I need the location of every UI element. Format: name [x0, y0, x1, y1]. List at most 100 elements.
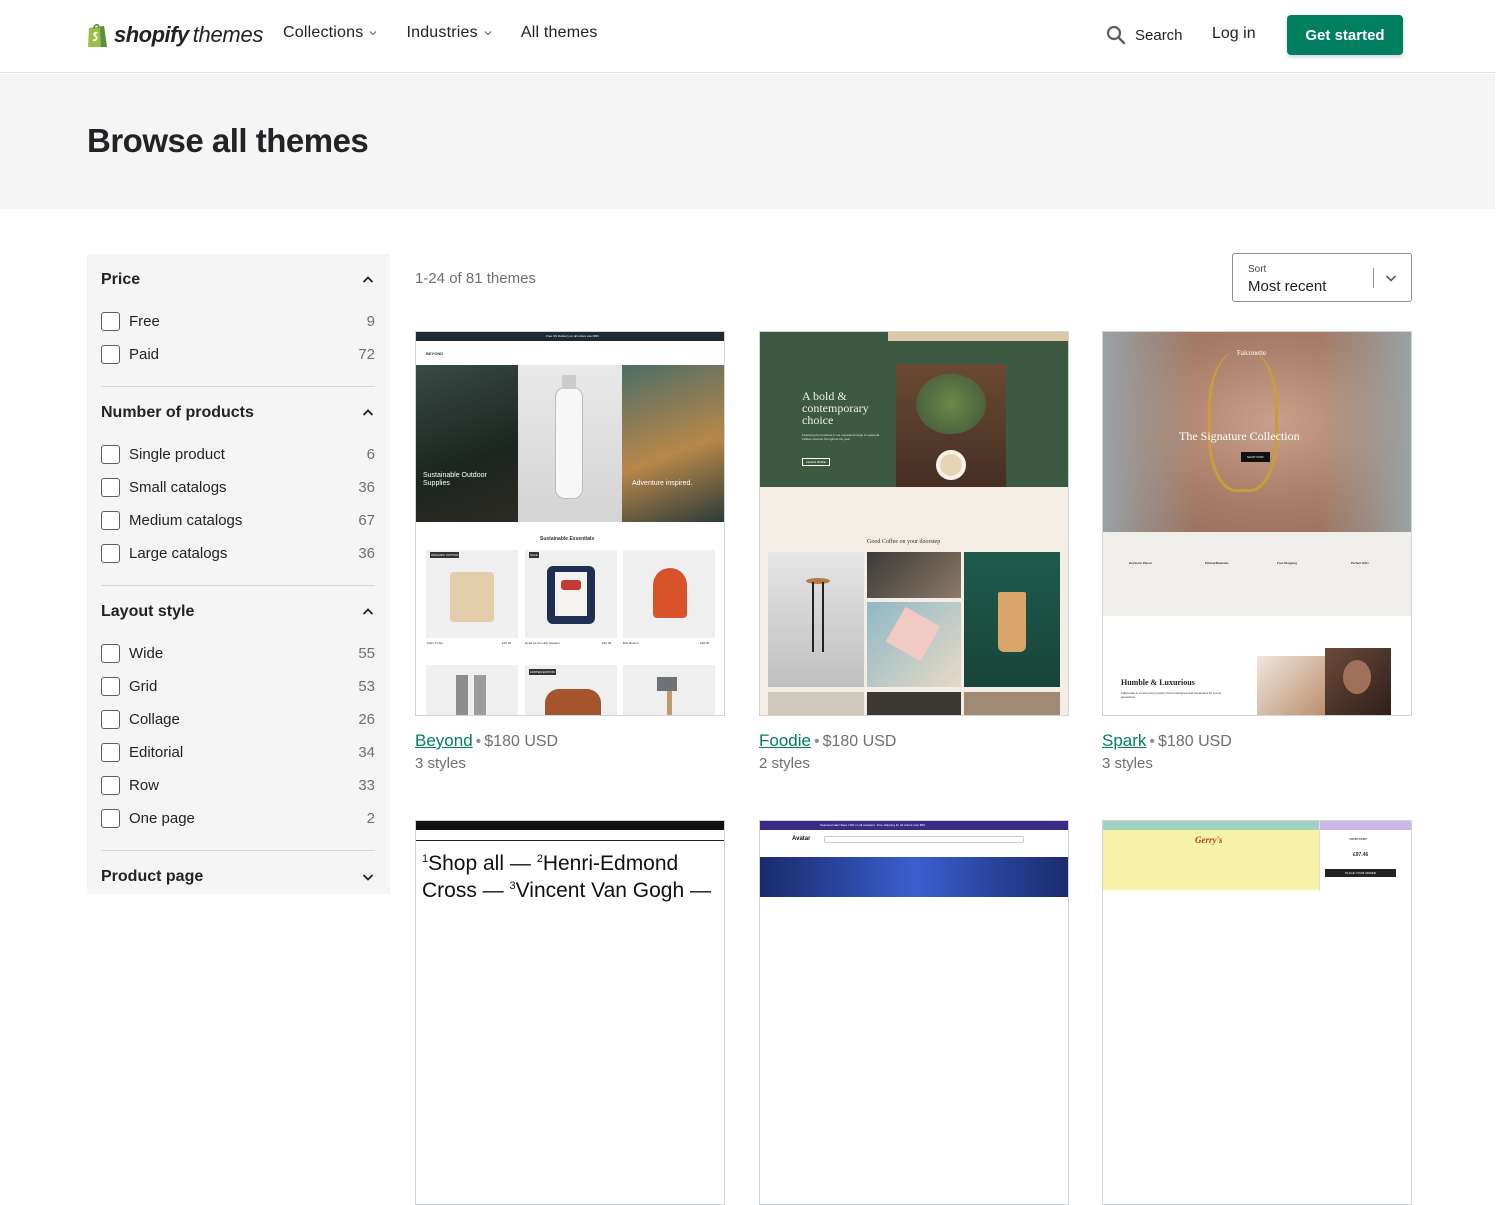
nav-collections-label: Collections [283, 24, 364, 41]
preview-brand: Gerry's [1195, 835, 1223, 845]
search-button[interactable]: Search [1106, 25, 1183, 45]
option-count: 67 [358, 511, 375, 529]
option-label: Row [129, 776, 160, 794]
filter-option-wide[interactable]: Wide 55 [101, 642, 375, 664]
option-count: 9 [366, 312, 375, 330]
search-label: Search [1135, 26, 1183, 44]
filter-price-header[interactable]: Price [101, 269, 375, 291]
theme-name-link[interactable]: Foodie [759, 731, 811, 750]
option-label: Single product [129, 445, 225, 463]
filter-number-of-products: Number of products Single product 6 Smal… [101, 402, 375, 563]
checkbox[interactable] [101, 643, 120, 663]
theme-meta: Spark • $180 USD [1102, 731, 1232, 750]
theme-preview-row2-3[interactable]: Gerry's YOUR CART £97.46 PLACE YOUR ORDE… [1102, 820, 1412, 1205]
option-count: 34 [358, 743, 375, 761]
preview-promo-bar: Free US Delivery on all orders over $50 [416, 332, 724, 341]
preview-tag-limited: LIMITED EDITION [529, 669, 556, 675]
theme-price: $180 USD [484, 733, 559, 750]
theme-preview-beyond[interactable]: Free US Delivery on all orders over $50 … [415, 331, 725, 716]
logo-wordmark: shopify [114, 22, 189, 47]
checkbox[interactable] [101, 311, 120, 331]
filter-option-free[interactable]: Free 9 [101, 310, 375, 332]
checkbox[interactable] [101, 510, 120, 530]
filter-option-row[interactable]: Row 33 [101, 774, 375, 796]
preview-hero [760, 857, 1068, 897]
preview-feature-4: Perfect Gifts [1351, 561, 1369, 565]
preview-brand: Avatar [792, 836, 811, 842]
site-header: shopify themes Collections Industries Al… [0, 0, 1495, 73]
filter-option-one-page[interactable]: One page 2 [101, 807, 375, 829]
checkbox[interactable] [101, 444, 120, 464]
checkbox[interactable] [101, 543, 120, 563]
theme-preview-spark[interactable]: Falconette The Signature Collection SHOP… [1102, 331, 1412, 716]
divider [101, 850, 375, 851]
filter-layout-header[interactable]: Layout style [101, 601, 375, 623]
preview-product-2-price: £32.00 [602, 641, 612, 645]
preview-sub-text: Falconette is a new luxury jewelry brand… [1121, 691, 1222, 699]
sort-select[interactable]: Sort Most recent [1232, 253, 1412, 302]
checkbox[interactable] [101, 676, 120, 696]
checkbox[interactable] [101, 709, 120, 729]
option-label: Grid [129, 677, 158, 695]
preview-cart-title: YOUR CART [1349, 837, 1367, 841]
divider [101, 386, 375, 387]
option-count: 6 [366, 445, 375, 463]
filter-option-large-catalogs[interactable]: Large catalogs 36 [101, 542, 375, 564]
option-count: 55 [358, 644, 375, 662]
shopify-themes-logo[interactable]: shopify themes [86, 19, 263, 51]
checkbox[interactable] [101, 808, 120, 828]
preview-hero-caption-left: Sustainable Outdoor Supplies [423, 472, 487, 487]
checkbox[interactable] [101, 775, 120, 795]
preview-search [824, 836, 1024, 843]
preview-photo-barista [867, 552, 961, 598]
preview-product-axe [623, 665, 715, 715]
checkbox[interactable] [101, 477, 120, 497]
option-count: 26 [358, 710, 375, 728]
preview-promo-text: Free US Delivery on all orders over $50 [546, 334, 599, 338]
filter-option-single-product[interactable]: Single product 6 [101, 443, 375, 465]
chevron-down-icon [484, 31, 492, 36]
get-started-button[interactable]: Get started [1287, 15, 1403, 55]
login-link[interactable]: Log in [1212, 25, 1256, 43]
filter-option-grid[interactable]: Grid 53 [101, 675, 375, 697]
preview-section-title: Sustainable Essentials [540, 536, 595, 542]
preview-cta: LEARN MORE [802, 458, 830, 466]
option-label: Wide [129, 644, 164, 662]
theme-name-link[interactable]: Beyond [415, 731, 473, 750]
checkbox[interactable] [101, 344, 120, 364]
option-count: 36 [358, 478, 375, 496]
filter-option-medium-catalogs[interactable]: Medium catalogs 67 [101, 509, 375, 531]
option-count: 2 [366, 809, 375, 827]
theme-styles-count: 2 styles [759, 755, 810, 772]
theme-name-link[interactable]: Spark [1102, 731, 1146, 750]
theme-preview-row2-2[interactable]: Seasonal sale! Save 10% on all sweaters.… [759, 820, 1069, 1205]
preview-promo-bar: Seasonal sale! Save 10% on all sweaters.… [760, 821, 1068, 830]
nav-industries[interactable]: Industries [406, 24, 492, 42]
filter-title: Product page [101, 868, 204, 885]
theme-preview-row2-1[interactable]: 1Shop all — 2Henri-Edmond Cross — 3Vince… [415, 820, 725, 1205]
preview-product-beanie [623, 550, 715, 638]
filter-price: Price Free 9 Paid 72 [101, 269, 375, 364]
preview-banner: Seasonal sale! Save 10% on all sweaters.… [820, 823, 926, 827]
filter-product-page-header[interactable]: Product page [101, 866, 375, 888]
filter-option-paid[interactable]: Paid 72 [101, 343, 375, 365]
nav-all-themes[interactable]: All themes [521, 24, 598, 42]
nav-collections[interactable]: Collections [283, 24, 378, 42]
preview-photo-bottom-1 [768, 692, 864, 715]
filter-products-header[interactable]: Number of products [101, 402, 375, 424]
checkbox[interactable] [101, 742, 120, 762]
preview-promo-bar [416, 821, 724, 830]
filter-title: Price [101, 271, 141, 288]
theme-preview-foodie[interactable]: A bold & contemporary choice Featuring t… [759, 331, 1069, 716]
preview-subtext: Featuring the Freshest in our expanded r… [802, 433, 880, 441]
theme-styles-count: 3 styles [415, 755, 466, 772]
theme-styles-count: 3 styles [1102, 755, 1153, 772]
preview-tag-sale: SALE [529, 552, 539, 558]
preview-feature-1: Heirloom Pieces [1129, 561, 1153, 565]
results-count: 1-24 of 81 themes [415, 270, 536, 287]
filter-option-small-catalogs[interactable]: Small catalogs 36 [101, 476, 375, 498]
chevron-down-icon [370, 31, 377, 36]
preview-feature-3: Free Shipping [1277, 561, 1298, 565]
filter-option-editorial[interactable]: Editorial 34 [101, 741, 375, 763]
filter-option-collage[interactable]: Collage 26 [101, 708, 375, 730]
